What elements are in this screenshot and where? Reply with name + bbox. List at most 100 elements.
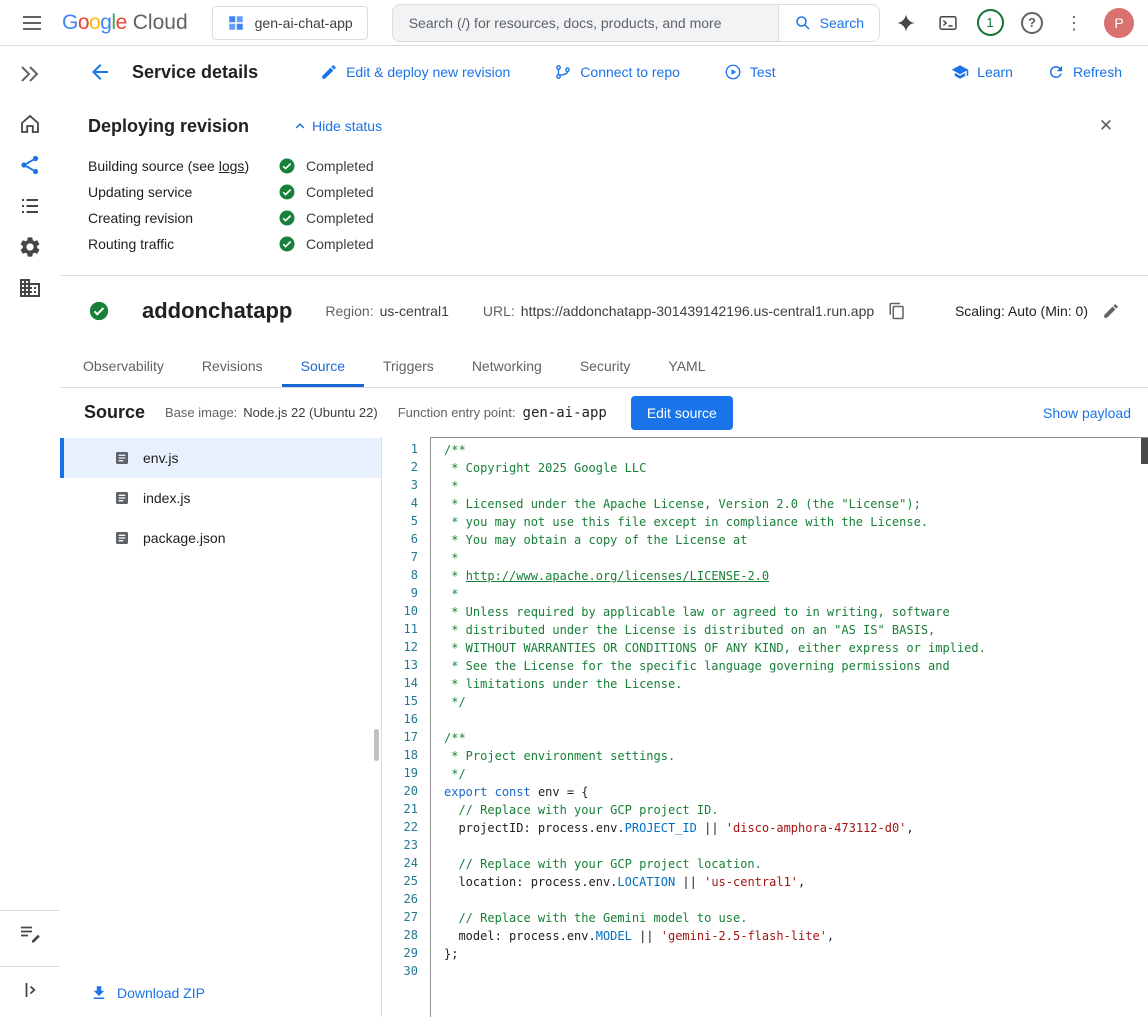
logo-cloud: Cloud: [133, 11, 188, 35]
test-button[interactable]: Test: [724, 63, 776, 81]
deploy-panel-header: Deploying revision Hide status ✕: [88, 112, 1120, 140]
check-circle-icon: [278, 209, 296, 227]
region-value: us-central1: [380, 303, 449, 319]
rail-divider: [0, 966, 60, 967]
back-button[interactable]: [82, 54, 118, 90]
rail-divider: [0, 910, 60, 911]
status-text: Completed: [306, 158, 374, 174]
entry-point-label: Function entry point:: [398, 405, 516, 420]
file-row[interactable]: index.js: [60, 478, 381, 518]
logs-link[interactable]: logs: [219, 158, 245, 174]
deploy-steps: Building source (see logs) Completed Upd…: [88, 153, 1120, 257]
topbar: Google Cloud gen-ai-chat-app Search: [0, 0, 1148, 46]
deploy-step-status: Completed: [278, 157, 374, 175]
close-icon: ✕: [1099, 116, 1113, 136]
deploy-step-label: Updating service: [88, 184, 278, 200]
more-options-button[interactable]: ⋮: [1056, 5, 1092, 41]
deploy-step-status: Completed: [278, 235, 374, 253]
back-arrow-icon: [88, 60, 112, 84]
revisions-list-icon[interactable]: [16, 192, 44, 220]
editor-scrollbar-thumb[interactable]: [1141, 438, 1148, 464]
status-text: Completed: [306, 184, 374, 200]
download-icon: [90, 984, 108, 1002]
refresh-button[interactable]: Refresh: [1047, 63, 1122, 81]
tab[interactable]: Revisions: [183, 345, 282, 387]
file-icon: [114, 490, 130, 506]
learn-icon: [951, 63, 969, 81]
project-icon: [227, 14, 245, 32]
tab[interactable]: Security: [561, 345, 650, 387]
home-icon[interactable]: [16, 110, 44, 138]
edit-source-button[interactable]: Edit source: [631, 396, 733, 430]
deploy-step-label: Building source (see logs): [88, 158, 278, 174]
app-shell: Service details Edit & deploy new revisi…: [0, 46, 1148, 1017]
cloud-shell-button[interactable]: [930, 5, 966, 41]
organization-icon[interactable]: [16, 274, 44, 302]
collapse-nav-icon[interactable]: [16, 976, 44, 1004]
learn-label: Learn: [977, 64, 1013, 80]
deploy-status-panel: Deploying revision Hide status ✕ Buildin…: [60, 98, 1148, 276]
file-name: index.js: [143, 490, 190, 506]
copy-url-button[interactable]: [888, 302, 906, 320]
file-row[interactable]: package.json: [60, 518, 381, 558]
avatar[interactable]: P: [1104, 8, 1134, 38]
cloud-run-logo-icon[interactable]: [16, 60, 44, 88]
show-payload-link[interactable]: Show payload: [1043, 405, 1131, 421]
main-content: Service details Edit & deploy new revisi…: [60, 46, 1148, 1017]
file-panel-scrollbar-thumb[interactable]: [374, 729, 379, 761]
url-value: https://addonchatapp-301439142196.us-cen…: [521, 303, 874, 319]
file-row[interactable]: env.js: [60, 438, 381, 478]
deploy-step: Updating service Completed: [88, 179, 1120, 205]
url-field: URL: https://addonchatapp-301439142196.u…: [483, 302, 906, 320]
left-nav-rail: [0, 46, 60, 1017]
deploy-step: Creating revision Completed: [88, 205, 1120, 231]
notifications-button[interactable]: 1: [972, 5, 1008, 41]
search-input[interactable]: [393, 5, 778, 41]
services-icon[interactable]: [16, 151, 44, 179]
tab[interactable]: Observability: [64, 345, 183, 387]
hide-status-button[interactable]: Hide status: [291, 117, 382, 135]
refresh-label: Refresh: [1073, 64, 1122, 80]
scaling-pencil-icon: [1102, 302, 1120, 320]
file-list: env.js index.js package.json: [60, 438, 381, 558]
tab[interactable]: Networking: [453, 345, 561, 387]
page-title: Service details: [132, 62, 258, 83]
service-tabs: Observability Revisions Source Triggers …: [60, 345, 1148, 388]
topbar-right: 1 ? ⋮ P: [888, 5, 1134, 41]
status-text: Completed: [306, 210, 374, 226]
tab[interactable]: Triggers: [364, 345, 453, 387]
download-zip-button[interactable]: Download ZIP: [90, 984, 205, 1002]
deploy-step: Routing traffic Completed: [88, 231, 1120, 257]
menu-icon: [20, 11, 44, 35]
more-vertical-icon: ⋮: [1065, 14, 1083, 32]
deploy-step-label: Creating revision: [88, 210, 278, 226]
tab[interactable]: Source: [282, 345, 364, 387]
region-field: Region: us-central1: [325, 303, 449, 319]
project-selector[interactable]: gen-ai-chat-app: [212, 6, 368, 40]
help-button[interactable]: ?: [1014, 5, 1050, 41]
learn-button[interactable]: Learn: [951, 63, 1013, 81]
edit-deploy-button[interactable]: Edit & deploy new revision: [320, 63, 510, 81]
entry-point-value: gen-ai-app: [523, 405, 607, 421]
url-label: URL:: [483, 303, 515, 319]
source-toolbar: Source Base image: Node.js 22 (Ubuntu 22…: [60, 388, 1148, 437]
page-header: Service details Edit & deploy new revisi…: [60, 46, 1148, 98]
code-lines[interactable]: /** * Copyright 2025 Google LLC * * Lice…: [430, 437, 1148, 1017]
search-button[interactable]: Search: [778, 5, 879, 41]
refresh-icon: [1047, 63, 1065, 81]
code-editor[interactable]: 1234567891011121314151617181920212223242…: [382, 437, 1148, 1017]
chevron-up-icon: [291, 117, 309, 135]
connect-repo-button[interactable]: Connect to repo: [554, 63, 680, 81]
test-label: Test: [750, 64, 776, 80]
gemini-button[interactable]: [888, 5, 924, 41]
edit-scaling-button[interactable]: [1102, 302, 1120, 320]
base-image-field: Base image: Node.js 22 (Ubuntu 22): [165, 405, 378, 420]
google-cloud-logo: Google Cloud: [62, 11, 188, 35]
settings-gear-icon[interactable]: [16, 233, 44, 261]
scaling-info: Scaling: Auto (Min: 0): [955, 303, 1088, 319]
tab[interactable]: YAML: [649, 345, 724, 387]
menu-button[interactable]: [14, 5, 50, 41]
release-notes-icon[interactable]: [16, 920, 44, 948]
close-panel-button[interactable]: ✕: [1092, 112, 1120, 140]
copy-icon: [888, 302, 906, 320]
